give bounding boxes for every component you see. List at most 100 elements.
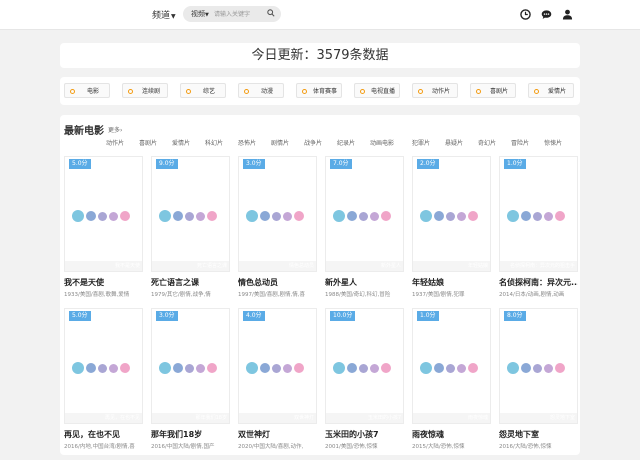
genre-link[interactable]: 动画电影	[370, 138, 394, 147]
loading-placeholder	[507, 362, 577, 374]
loading-dot-icon	[98, 363, 107, 373]
genre-link[interactable]: 奇幻片	[478, 138, 496, 147]
category-button[interactable]: 动作片	[412, 83, 458, 98]
loading-dot-icon	[434, 211, 444, 221]
search-input[interactable]	[214, 8, 262, 20]
category-button[interactable]: 综艺	[180, 83, 226, 98]
genre-link[interactable]: 犯罪片	[412, 138, 430, 147]
category-label: 连续剧	[141, 88, 160, 95]
genre-link[interactable]: 战争片	[304, 138, 322, 147]
genre-link[interactable]: 动作片	[106, 138, 124, 147]
loading-dot-icon	[347, 363, 357, 373]
genre-link[interactable]: 纪录片	[337, 138, 355, 147]
movie-poster[interactable]: 1.0分 名侦探柯南：异次元的狙击手	[499, 156, 578, 272]
category-button[interactable]: 喜剧片	[470, 83, 516, 98]
movie-poster[interactable]: 10.0分 玉米田的小孩7	[325, 308, 404, 424]
loading-dot-icon	[72, 210, 84, 222]
movie-info: 2001/美国/恐怖,惊悚	[325, 444, 378, 450]
loading-dot-icon	[333, 362, 345, 374]
user-icon[interactable]	[562, 9, 573, 20]
circle-icon	[476, 89, 481, 94]
loading-dot-icon	[507, 210, 519, 222]
loading-placeholder	[72, 362, 142, 374]
loading-dot-icon	[120, 211, 130, 221]
score-badge: 5.0分	[69, 159, 91, 169]
movie-title[interactable]: 双世神灯	[238, 429, 317, 440]
clock-icon[interactable]	[520, 9, 531, 20]
movie-title[interactable]: 再见，在也不见	[64, 429, 143, 440]
circle-icon	[534, 89, 539, 94]
movie-poster[interactable]: 4.0分 双世神灯	[238, 308, 317, 424]
movie-title[interactable]: 那年我们18岁	[151, 429, 230, 440]
movie-poster[interactable]: 3.0分 那年我们18岁	[151, 308, 230, 424]
category-button[interactable]: 电影	[64, 83, 110, 98]
movie-title[interactable]: 我不是天使	[64, 277, 143, 288]
loading-dot-icon	[272, 363, 281, 373]
loading-dot-icon	[521, 363, 531, 373]
genre-link[interactable]: 悬疑片	[445, 138, 463, 147]
movie-title[interactable]: 情色总动员	[238, 277, 317, 288]
loading-dot-icon	[246, 210, 258, 222]
movie-info: 2016/大陆/恐怖,惊悚	[499, 444, 552, 450]
genre-link[interactable]: 爱情片	[172, 138, 190, 147]
genre-link[interactable]: 剧情片	[271, 138, 289, 147]
movie-title[interactable]: 雨夜惊魂	[412, 429, 491, 440]
movie-info: 1979/其它/剧情,战争,情	[151, 292, 211, 298]
movie-title[interactable]: 年轻姑娘	[412, 277, 491, 288]
score-badge: 1.0分	[417, 311, 439, 321]
movie-title[interactable]: 怨灵地下室	[499, 429, 578, 440]
movie-poster[interactable]: 2.0分 年轻姑娘	[412, 156, 491, 272]
movie-title[interactable]: 名侦探柯南：异次元...	[499, 277, 578, 288]
movie-poster[interactable]: 8.0分 怨灵地下室	[499, 308, 578, 424]
search-icon[interactable]	[267, 9, 275, 17]
poster-caption: 再见，在也不见	[65, 413, 142, 423]
loading-dot-icon	[544, 211, 553, 221]
chat-icon[interactable]	[541, 9, 552, 20]
loading-dot-icon	[272, 211, 281, 221]
loading-placeholder	[159, 210, 229, 222]
movie-poster[interactable]: 3.0分 情色总动员	[238, 156, 317, 272]
search-type-select[interactable]: 视频▼	[191, 9, 209, 19]
category-button[interactable]: 爱情片	[528, 83, 574, 98]
category-button[interactable]: 动漫	[238, 83, 284, 98]
movie-info: 2015/大陆/恐怖,惊悚	[412, 444, 465, 450]
loading-placeholder	[420, 362, 490, 374]
category-button[interactable]: 电视直播	[354, 83, 400, 98]
score-badge: 3.0分	[243, 159, 265, 169]
movie-title[interactable]: 玉米田的小孩7	[325, 429, 404, 440]
loading-dot-icon	[533, 211, 542, 221]
category-button[interactable]: 连续剧	[122, 83, 168, 98]
category-button[interactable]: 体育赛事	[296, 83, 342, 98]
score-badge: 5.0分	[69, 311, 91, 321]
movie-title[interactable]: 新外星人	[325, 277, 404, 288]
genre-link[interactable]: 恐怖片	[238, 138, 256, 147]
category-label: 综艺	[202, 88, 215, 95]
category-label: 体育赛事	[312, 88, 337, 95]
genre-link[interactable]: 喜剧片	[139, 138, 157, 147]
loading-dot-icon	[555, 363, 565, 373]
genre-link[interactable]: 科幻片	[205, 138, 223, 147]
more-link[interactable]: 更多›	[108, 125, 122, 134]
loading-dot-icon	[86, 211, 96, 221]
channel-dropdown[interactable]: 频道▼	[152, 8, 176, 21]
genre-filter-list: 动作片 喜剧片 爱情片 科幻片 恐怖片 剧情片 战争片 纪录片 动画电影 犯罪片…	[106, 138, 580, 148]
genre-link[interactable]: 惊悚片	[544, 138, 562, 147]
chevron-down-icon: ▼	[171, 13, 176, 20]
circle-icon	[128, 89, 133, 94]
genre-link[interactable]: 冒险片	[511, 138, 529, 147]
loading-dot-icon	[446, 363, 455, 373]
loading-dot-icon	[381, 211, 391, 221]
loading-dot-icon	[533, 363, 542, 373]
movie-title[interactable]: 死亡语言之课	[151, 277, 230, 288]
loading-dot-icon	[521, 211, 531, 221]
movie-poster[interactable]: 5.0分 再见，在也不见	[64, 308, 143, 424]
movie-poster[interactable]: 1.0分 雨夜惊魂	[412, 308, 491, 424]
movie-poster[interactable]: 7.0分 新外星人	[325, 156, 404, 272]
circle-icon	[418, 89, 423, 94]
movie-poster[interactable]: 9.0分 死亡语言之课	[151, 156, 230, 272]
loading-dot-icon	[207, 363, 217, 373]
movie-poster[interactable]: 5.0分 我不是天使	[64, 156, 143, 272]
channel-label: 频道	[152, 11, 171, 21]
poster-caption: 我不是天使	[65, 261, 142, 271]
category-label: 电视直播	[370, 88, 395, 95]
